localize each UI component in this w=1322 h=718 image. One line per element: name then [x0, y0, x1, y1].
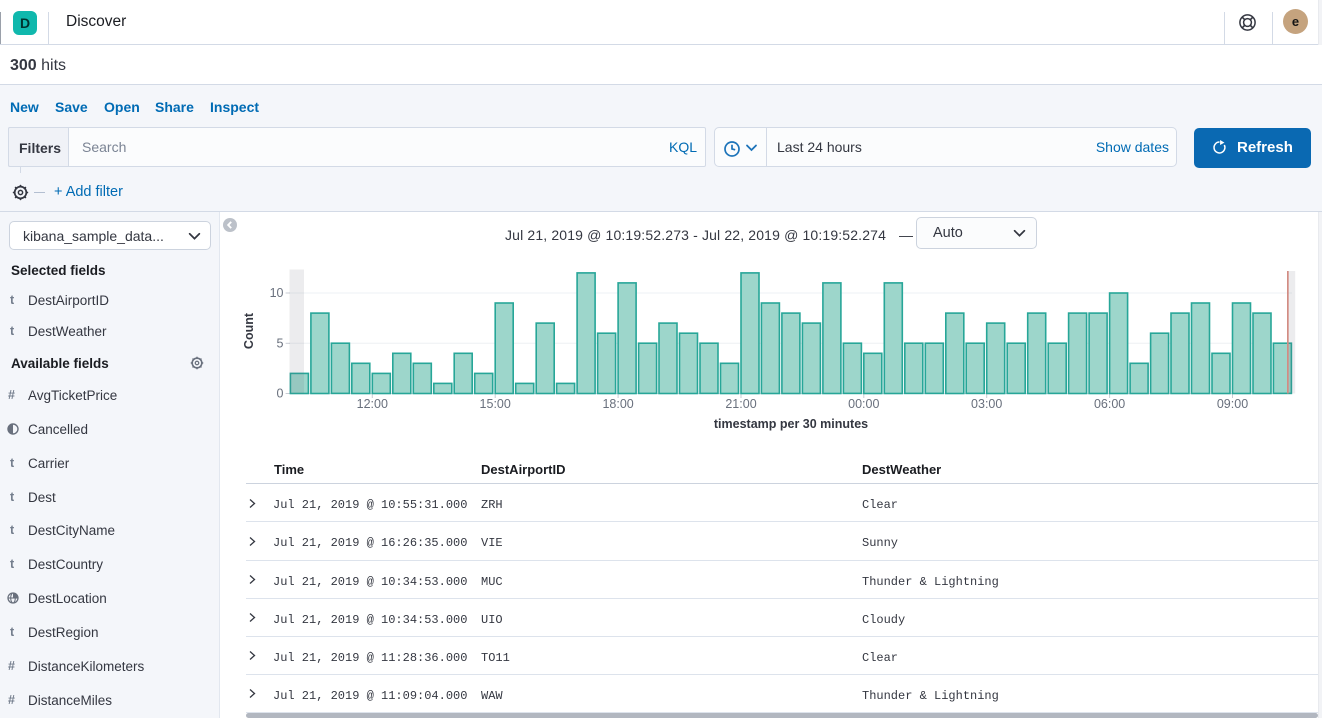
svg-text:21:00: 21:00: [725, 397, 756, 411]
svg-text:15:00: 15:00: [480, 397, 511, 411]
svg-text:03:00: 03:00: [971, 397, 1002, 411]
svg-text:5: 5: [277, 337, 284, 351]
svg-text:06:00: 06:00: [1094, 397, 1125, 411]
svg-text:timestamp per 30 minutes: timestamp per 30 minutes: [714, 417, 868, 431]
svg-text:09:00: 09:00: [1217, 397, 1248, 411]
svg-text:10: 10: [270, 286, 284, 300]
svg-text:Count: Count: [242, 312, 256, 349]
svg-text:12:00: 12:00: [357, 397, 388, 411]
svg-text:00:00: 00:00: [848, 397, 879, 411]
svg-text:18:00: 18:00: [602, 397, 633, 411]
svg-text:0: 0: [277, 387, 284, 401]
